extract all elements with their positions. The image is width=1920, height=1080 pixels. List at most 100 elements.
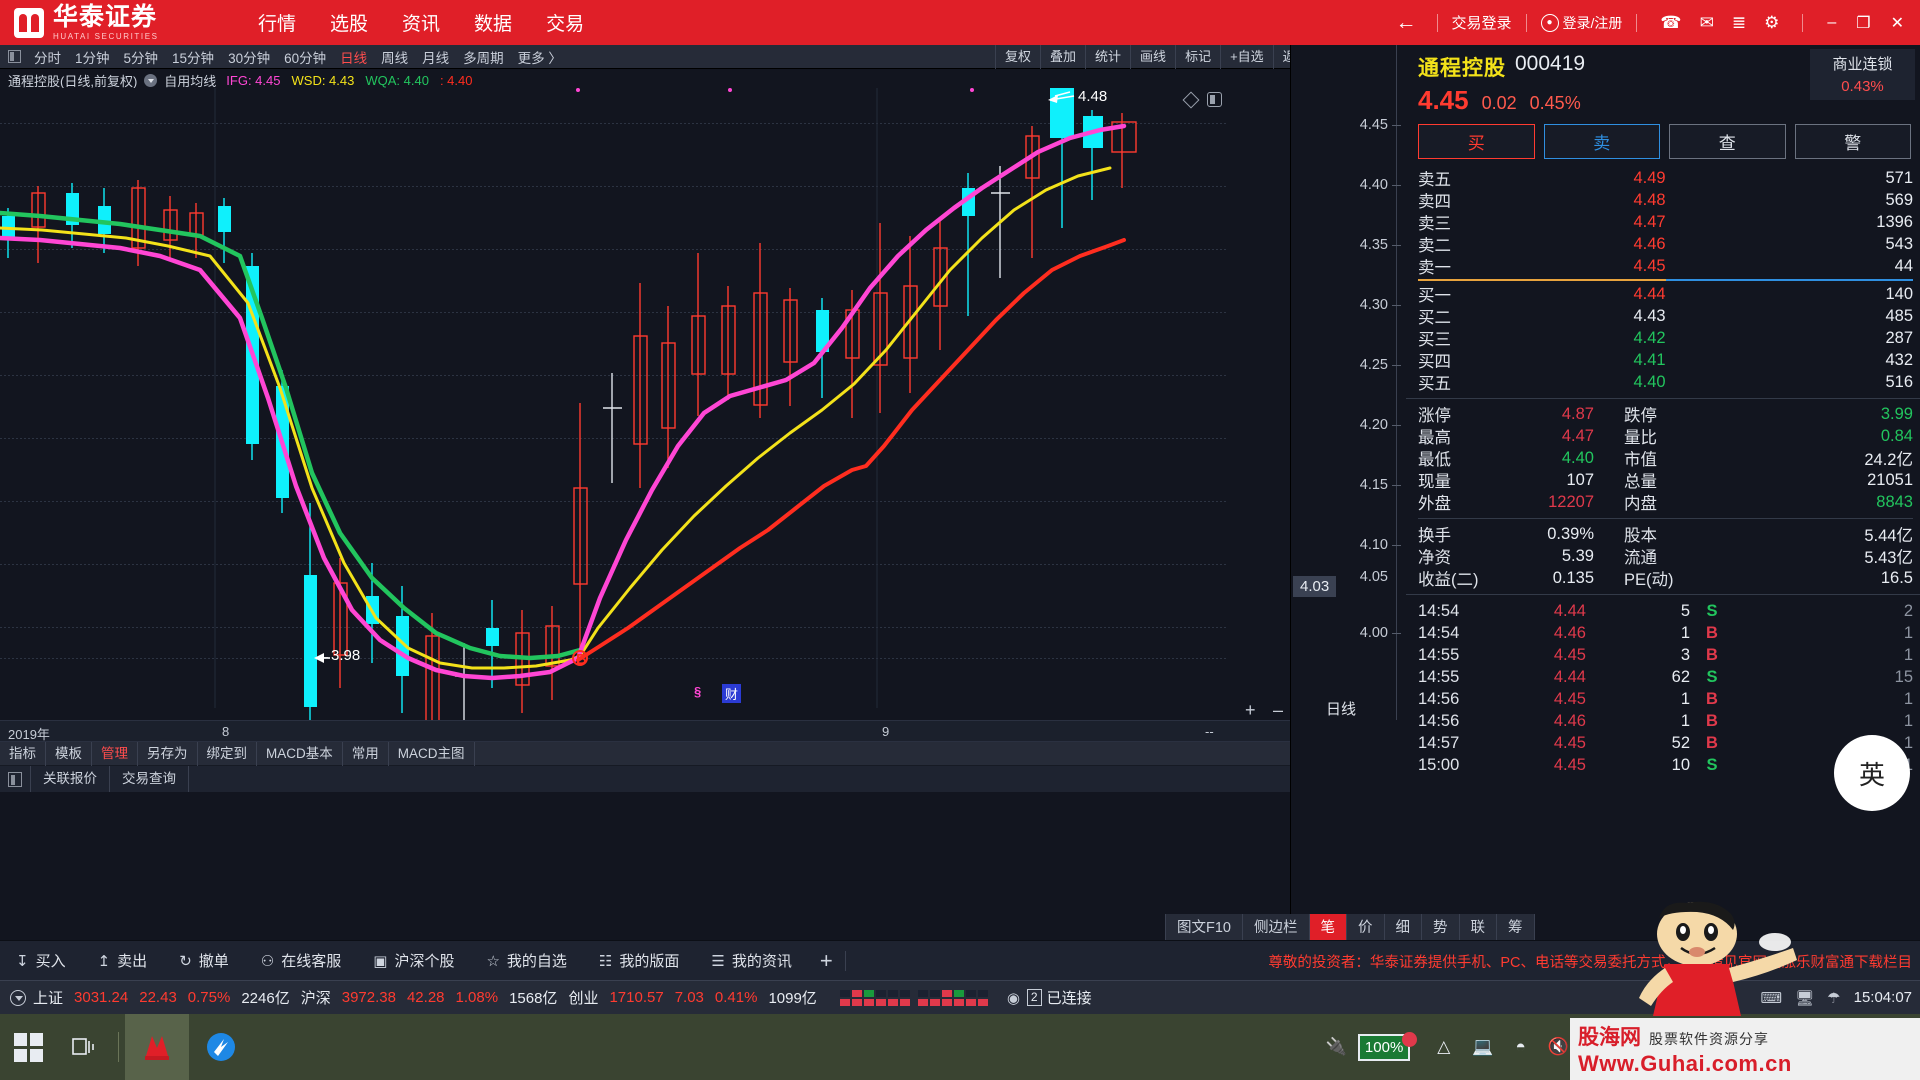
- tool-adjust[interactable]: 复权: [995, 45, 1040, 69]
- action-hs-stocks[interactable]: ▣ 沪深个股: [357, 950, 470, 971]
- chevron-up-icon[interactable]: △: [1426, 1037, 1461, 1057]
- nav-item-stockpick[interactable]: 选股: [330, 9, 368, 36]
- action-watchlist[interactable]: ☆ 我的自选: [470, 950, 582, 971]
- headset-icon[interactable]: ☎: [1651, 13, 1690, 33]
- btn-macd-basic[interactable]: MACD基本: [257, 741, 343, 766]
- tab-detail[interactable]: 细: [1383, 914, 1422, 942]
- btn-template[interactable]: 模板: [46, 741, 92, 766]
- zoom-out-button[interactable]: –: [1273, 700, 1283, 721]
- tool-add-watchlist[interactable]: +自选: [1220, 45, 1273, 69]
- tick-side: S: [1706, 667, 1718, 686]
- action-my-news[interactable]: ☰ 我的资讯: [695, 950, 807, 971]
- tab-sidebar[interactable]: 侧边栏: [1242, 914, 1310, 942]
- task-view-icon[interactable]: [56, 1036, 112, 1058]
- period-tab-5min[interactable]: 5分钟: [117, 47, 166, 67]
- btn-indicator[interactable]: 指标: [0, 741, 46, 766]
- nav-item-trade[interactable]: 交易: [546, 9, 584, 36]
- price-label-high: 4.48: [1078, 88, 1108, 105]
- shield-icon[interactable]: ☂: [1827, 989, 1840, 1007]
- btn-bindto[interactable]: 绑定到: [198, 741, 257, 766]
- btn-saveas[interactable]: 另存为: [138, 741, 198, 766]
- buy-button[interactable]: 买: [1418, 124, 1535, 159]
- action-my-layout[interactable]: ☷ 我的版面: [583, 950, 695, 971]
- back-arrow-icon[interactable]: ←: [1390, 11, 1423, 35]
- panel-toggle-icon[interactable]: [8, 50, 21, 63]
- tab-price[interactable]: 价: [1346, 914, 1385, 942]
- action-sell[interactable]: ↥ 卖出: [82, 950, 164, 971]
- close-button[interactable]: ✕: [1881, 13, 1914, 33]
- tab-f10[interactable]: 图文F10: [1165, 914, 1243, 942]
- diamond-icon[interactable]: [1182, 91, 1200, 108]
- login-register-button[interactable]: ● 登录/注册: [1540, 13, 1622, 33]
- nav-item-news[interactable]: 资讯: [402, 9, 440, 36]
- nav-item-market[interactable]: 行情: [258, 9, 296, 36]
- user-icon: ●: [1540, 13, 1559, 32]
- period-tab-15min[interactable]: 15分钟: [165, 47, 221, 67]
- query-button[interactable]: 查: [1669, 124, 1786, 159]
- layout-toggle-icon[interactable]: [1207, 92, 1222, 107]
- gear-icon[interactable]: ⚙: [1755, 13, 1788, 33]
- tool-mark[interactable]: 标记: [1175, 45, 1220, 69]
- kline-chart-area[interactable]: B § 财 4.48 ←3.98: [0, 88, 1290, 720]
- period-tab-multi[interactable]: 多周期: [456, 47, 511, 67]
- monitor-icon[interactable]: 💻: [1461, 1037, 1504, 1057]
- action-online-service[interactable]: ⚇ 在线客服: [245, 950, 357, 971]
- index-value-cyb: 1710.57: [609, 989, 664, 1006]
- tool-overlay[interactable]: 叠加: [1040, 45, 1085, 69]
- add-tab-button[interactable]: +: [808, 948, 845, 974]
- tick-count: 1: [1903, 623, 1913, 642]
- huatai-app-icon[interactable]: [125, 1014, 189, 1080]
- period-tab-weekly[interactable]: 周线: [374, 47, 415, 67]
- nav-item-data[interactable]: 数据: [474, 9, 512, 36]
- btn-linked-quote[interactable]: 关联报价: [30, 766, 110, 792]
- action-buy[interactable]: ↧ 买入: [0, 950, 82, 971]
- tick-time: 14:54: [1418, 623, 1460, 642]
- tick-count: 1: [1903, 711, 1913, 730]
- period-tab-30min[interactable]: 30分钟: [221, 47, 277, 67]
- browser-app-icon[interactable]: [189, 1014, 253, 1080]
- tick-mark: [1392, 185, 1401, 186]
- action-cancel-order[interactable]: ↻ 撤单: [163, 950, 245, 971]
- chevron-down-circle-icon[interactable]: [10, 989, 26, 1006]
- zoom-in-button[interactable]: +: [1245, 700, 1256, 721]
- maximize-button[interactable]: ❐: [1846, 13, 1880, 33]
- tab-linked[interactable]: 联: [1458, 914, 1497, 942]
- period-tab-monthly[interactable]: 月线: [415, 47, 456, 67]
- tick-time: 14:57: [1418, 733, 1460, 752]
- trade-login-button[interactable]: 交易登录: [1452, 12, 1512, 33]
- stat-key: 跌停: [1624, 407, 1657, 425]
- btn-manage[interactable]: 管理: [92, 741, 138, 766]
- last-price: 4.45: [1418, 85, 1469, 115]
- index-change-hs: 42.28: [406, 989, 445, 1006]
- sector-badge[interactable]: 商业连锁 0.43%: [1810, 49, 1915, 100]
- tick-side: B: [1706, 689, 1718, 708]
- tick-time: 15:00: [1418, 755, 1460, 774]
- chevron-down-icon[interactable]: [144, 73, 158, 87]
- period-tab-1min[interactable]: 1分钟: [68, 47, 117, 67]
- date-label-aug: 8: [222, 724, 230, 739]
- btn-macd-main[interactable]: MACD主图: [389, 741, 475, 766]
- tick-volume: 62: [1671, 667, 1690, 686]
- tool-statistics[interactable]: 统计: [1085, 45, 1130, 69]
- panel-toggle-icon[interactable]: [8, 771, 22, 787]
- minimize-button[interactable]: –: [1817, 14, 1846, 32]
- stats-row: 现量 107 总量 21051: [1418, 469, 1913, 492]
- btn-common[interactable]: 常用: [343, 741, 389, 766]
- period-tab-more[interactable]: 更多 〉: [511, 47, 569, 67]
- list-icon[interactable]: ≣: [1723, 13, 1755, 33]
- period-tab-60min[interactable]: 60分钟: [277, 47, 333, 67]
- plug-icon[interactable]: 🔌: [1315, 1037, 1358, 1057]
- period-tab-daily[interactable]: 日线: [333, 47, 374, 67]
- sell-button[interactable]: 卖: [1543, 124, 1660, 159]
- windows-start-icon[interactable]: [0, 1032, 56, 1062]
- mail-icon[interactable]: ✉: [1691, 13, 1723, 33]
- period-tab-intraday[interactable]: 分时: [27, 47, 68, 67]
- tab-ticks[interactable]: 笔: [1308, 914, 1347, 942]
- tab-trend[interactable]: 势: [1421, 914, 1460, 942]
- tab-chips[interactable]: 筹: [1496, 914, 1535, 942]
- wifi-icon[interactable]: ◓: [1505, 1037, 1537, 1057]
- btn-trade-query[interactable]: 交易查询: [109, 766, 189, 792]
- tool-drawline[interactable]: 画线: [1130, 45, 1175, 69]
- alert-button[interactable]: 警: [1794, 124, 1911, 159]
- indicator-value-ifg: IFG: 4.45: [226, 72, 281, 88]
